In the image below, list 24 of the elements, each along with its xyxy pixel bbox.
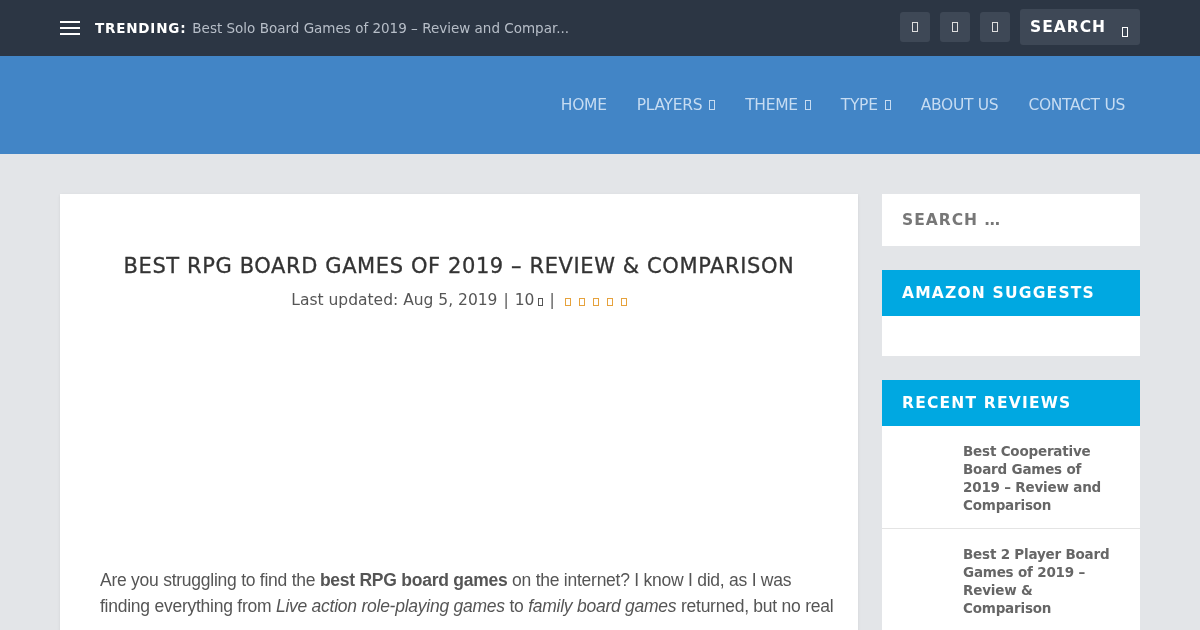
social-button[interactable] <box>980 12 1010 42</box>
nav-link[interactable]: THEME <box>745 96 811 114</box>
menu-icon[interactable] <box>60 20 80 36</box>
article-title: BEST RPG BOARD GAMES OF 2019 – REVIEW & COMPARISON <box>122 254 796 278</box>
social-button[interactable] <box>900 12 930 42</box>
widget-title: AMAZON SUGGESTS <box>882 270 1140 316</box>
nav-link[interactable]: TYPE <box>840 96 891 114</box>
trending-label: TRENDING: <box>95 20 187 36</box>
search-icon[interactable] <box>1122 27 1128 37</box>
nav-link[interactable]: ABOUT US <box>920 96 999 114</box>
separator: | <box>503 291 509 309</box>
nav-link[interactable]: HOME <box>560 96 607 114</box>
search-field[interactable]: SEARCH <box>1020 9 1140 45</box>
nav-link[interactable]: PLAYERS <box>636 96 716 114</box>
separator: | <box>549 291 555 309</box>
updated-date: Last updated: Aug 5, 2019 <box>291 291 498 309</box>
comment-count-link[interactable]: 10 <box>514 291 544 309</box>
review-link[interactable]: Best 2 Player Board Games of 2019 – Review & Comparison <box>963 545 1122 617</box>
sidebar-search-field[interactable]: SEARCH … <box>882 194 1140 246</box>
trending-link[interactable]: Best Solo Board Games of 2019 – Review and Compar... <box>192 20 570 36</box>
review-link[interactable]: Best Cooperative Board Games of 2019 – Review and Comparison <box>963 442 1122 514</box>
social-button[interactable] <box>940 12 970 42</box>
nav-link[interactable]: CONTACT US <box>1028 96 1125 114</box>
widget-title: RECENT REVIEWS <box>882 380 1140 426</box>
